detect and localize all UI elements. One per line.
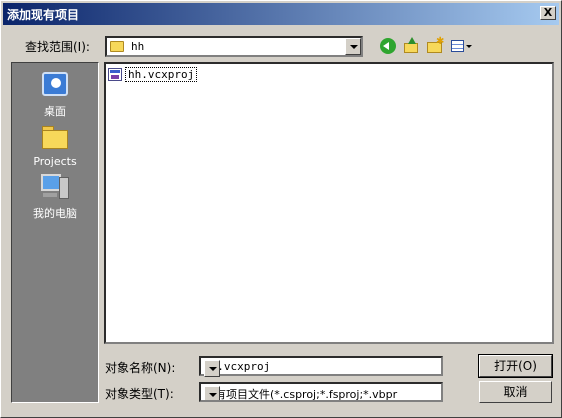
chevron-down-icon[interactable]	[345, 38, 361, 55]
file-name: hh.vcxproj	[125, 67, 198, 82]
file-name-field[interactable]: hh.vcxproj	[199, 356, 443, 377]
file-name-label: 对象名称(N):	[105, 361, 176, 375]
look-in-label: 查找范围(I):	[25, 40, 90, 54]
chevron-down-icon[interactable]	[204, 386, 220, 400]
file-type-value: 所有项目文件(*.csproj;*.fsproj;*.vbpr	[204, 388, 398, 401]
folder-icon	[110, 41, 124, 52]
add-existing-project-dialog: 添加现有项目 X 查找范围(I): hh ✱ 桌面 Projects 我的电脑 …	[0, 0, 562, 418]
cancel-button[interactable]: 取消	[479, 381, 552, 403]
dialog-title: 添加现有项目	[7, 8, 80, 22]
file-type-label: 对象类型(T):	[105, 387, 174, 401]
look-in-dropdown[interactable]: hh	[105, 36, 363, 57]
place-projects[interactable]: Projects	[12, 121, 98, 168]
title-bar[interactable]: 添加现有项目 X	[3, 3, 559, 25]
close-button[interactable]: X	[540, 6, 556, 20]
place-label: Projects	[33, 155, 77, 168]
chevron-down-icon[interactable]	[204, 360, 220, 377]
up-folder-icon[interactable]	[403, 37, 421, 55]
open-button[interactable]: 打开(O)	[478, 354, 553, 378]
file-list[interactable]: hh.vcxproj	[104, 62, 554, 344]
place-label: 我的电脑	[33, 207, 77, 220]
views-menu-icon[interactable]	[450, 37, 472, 55]
desktop-icon	[39, 69, 71, 101]
place-my-computer[interactable]: 我的电脑	[12, 171, 98, 221]
folder-icon	[39, 121, 71, 153]
back-icon[interactable]	[379, 37, 397, 55]
new-folder-icon[interactable]: ✱	[426, 37, 444, 55]
place-label: 桌面	[44, 105, 66, 118]
my-computer-icon	[39, 171, 71, 203]
place-desktop[interactable]: 桌面	[12, 69, 98, 119]
vcxproj-file-icon	[108, 68, 122, 81]
look-in-value: hh	[131, 40, 145, 53]
file-type-dropdown[interactable]: 所有项目文件(*.csproj;*.fsproj;*.vbpr	[199, 382, 443, 402]
places-bar: 桌面 Projects 我的电脑	[11, 62, 99, 403]
